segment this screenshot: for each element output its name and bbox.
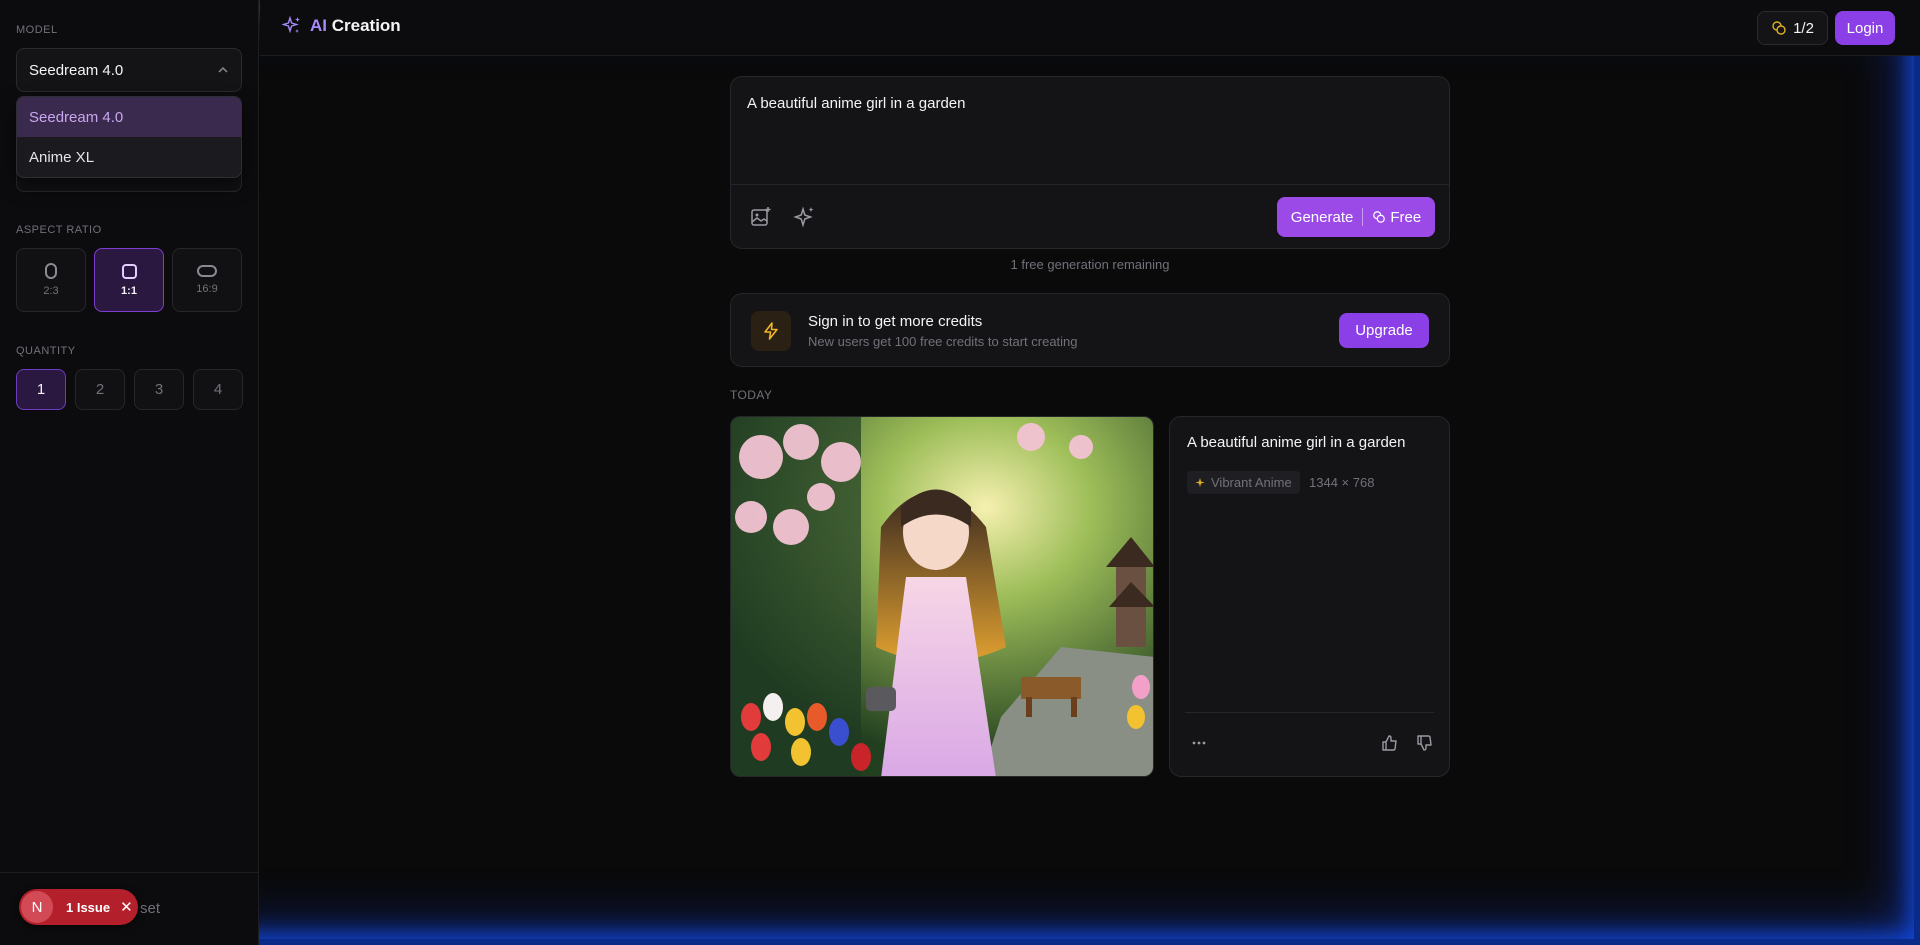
issue-label: 1 Issue xyxy=(66,899,111,915)
prompt-input[interactable]: A beautiful anime girl in a garden xyxy=(747,95,965,112)
image-dimensions: 1344 × 768 xyxy=(1309,475,1375,490)
aspect-label: 1:1 xyxy=(121,284,137,297)
issue-avatar: N xyxy=(21,891,53,923)
style-tag: Vibrant Anime xyxy=(1187,471,1300,494)
thumbs-down-icon[interactable] xyxy=(1415,733,1435,753)
signin-title: Sign in to get more credits xyxy=(808,313,983,330)
free-label: Free xyxy=(1390,208,1422,226)
anime-garden-illustration xyxy=(731,417,1153,776)
brand-name: Creation xyxy=(331,16,401,35)
prompt-card: A beautiful anime girl in a garden Gener… xyxy=(730,76,1450,249)
divider xyxy=(1185,712,1434,713)
generated-image[interactable] xyxy=(730,416,1154,777)
aspect-16-9-button[interactable]: 16:9 xyxy=(172,248,242,312)
signin-subtitle: New users get 100 free credits to start … xyxy=(808,334,1078,349)
chevron-up-icon xyxy=(218,66,228,73)
thumbs-up-icon[interactable] xyxy=(1380,733,1400,753)
model-option[interactable]: Seedream 4.0 xyxy=(17,97,241,137)
divider xyxy=(1362,208,1364,226)
aspect-label: 2:3 xyxy=(43,285,59,297)
aspect-1-1-button[interactable]: 1:1 xyxy=(94,248,164,312)
style-tag-label: Vibrant Anime xyxy=(1211,475,1292,490)
quantity-group: 1 2 3 4 xyxy=(16,369,243,410)
model-select[interactable]: Seedream 4.0 xyxy=(16,48,242,92)
login-button[interactable]: Login xyxy=(1835,11,1895,45)
credits-button[interactable]: 1/2 xyxy=(1757,11,1828,45)
model-option[interactable]: Anime XL xyxy=(17,137,241,177)
aspect-ratio-group: 2:3 1:1 16:9 xyxy=(16,248,242,312)
model-select-value: Seedream 4.0 xyxy=(29,61,124,79)
divider xyxy=(731,184,1449,185)
landscape-icon xyxy=(197,265,217,277)
history-section-label: TODAY xyxy=(730,388,773,402)
model-section-label: MODEL xyxy=(16,24,58,36)
remaining-text: 1 free generation remaining xyxy=(1010,257,1170,272)
issue-badge[interactable]: N 1 Issue ✕ xyxy=(19,889,138,925)
coins-icon xyxy=(1772,21,1786,35)
sparkle-icon xyxy=(1195,477,1205,487)
reset-button[interactable]: set xyxy=(140,900,160,917)
sparkles-icon xyxy=(282,16,300,34)
generation-info-card: A beautiful anime girl in a garden Vibra… xyxy=(1169,416,1450,777)
quantity-option[interactable]: 3 xyxy=(134,369,184,410)
upgrade-button[interactable]: Upgrade xyxy=(1339,313,1429,348)
quantity-option[interactable]: 2 xyxy=(75,369,125,410)
credits-count: 1/2 xyxy=(1793,19,1814,37)
brand-ai: AI xyxy=(310,16,327,35)
aspect-section-label: ASPECT RATIO xyxy=(16,224,102,236)
signin-banner: Sign in to get more credits New users ge… xyxy=(730,293,1450,367)
aspect-2-3-button[interactable]: 2:3 xyxy=(16,248,86,312)
top-header: AI Creation 1/2 Login xyxy=(260,0,1920,56)
aspect-label: 16:9 xyxy=(196,283,218,295)
bolt-icon xyxy=(751,311,791,351)
generate-button[interactable]: Generate Free xyxy=(1277,197,1435,237)
quantity-option[interactable]: 4 xyxy=(193,369,243,410)
square-icon xyxy=(121,263,137,279)
sidebar: MODEL Seedream 4.0 Seedream 4.0 Anime XL… xyxy=(0,0,259,945)
close-icon[interactable]: ✕ xyxy=(120,898,133,916)
app-frame: MODEL Seedream 4.0 Seedream 4.0 Anime XL… xyxy=(0,0,1920,945)
model-dropdown: Seedream 4.0 Anime XL xyxy=(16,96,242,178)
portrait-icon xyxy=(45,263,57,279)
image-upload-icon[interactable] xyxy=(749,205,773,229)
sparkle-enhance-icon[interactable] xyxy=(793,205,817,229)
brand[interactable]: AI Creation xyxy=(282,16,401,36)
more-icon[interactable] xyxy=(1189,733,1209,753)
generate-label: Generate xyxy=(1290,208,1354,226)
quantity-option[interactable]: 1 xyxy=(16,369,66,410)
generation-prompt: A beautiful anime girl in a garden xyxy=(1187,434,1406,451)
quantity-section-label: QUANTITY xyxy=(16,345,76,357)
coins-icon xyxy=(1373,211,1386,223)
